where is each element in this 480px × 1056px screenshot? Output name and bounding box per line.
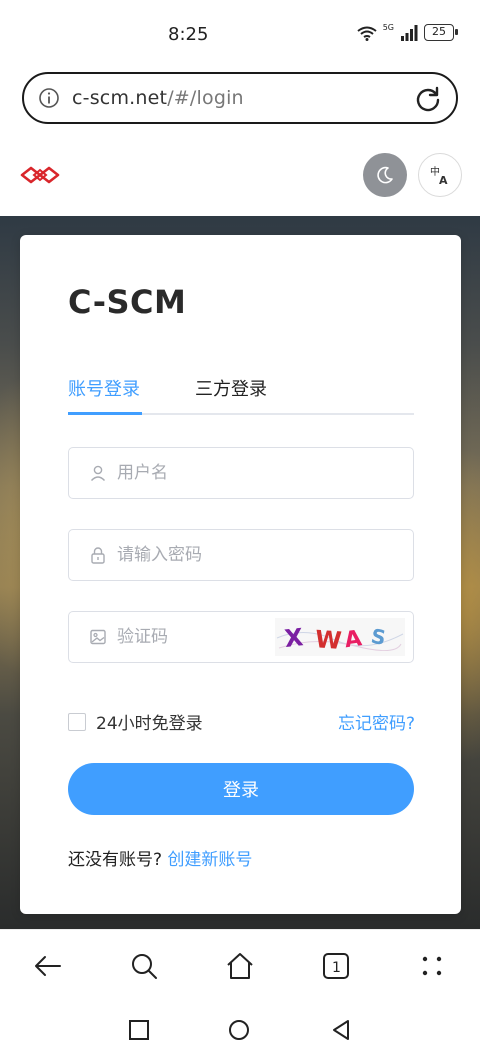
system-back-icon[interactable] xyxy=(330,1019,352,1041)
remember-login[interactable]: 24小时免登录 xyxy=(68,709,203,734)
network-type: 5G xyxy=(382,23,394,32)
picture-icon xyxy=(90,629,106,645)
url-text[interactable]: c-scm.net/#/login xyxy=(72,87,244,109)
svg-text:W: W xyxy=(314,625,342,655)
recent-apps-icon[interactable] xyxy=(128,1019,150,1041)
create-account-link[interactable]: 创建新账号 xyxy=(167,850,252,870)
svg-text:X: X xyxy=(283,623,305,653)
site-header: 中 A xyxy=(0,134,480,216)
translate-icon: 中 A xyxy=(430,165,448,186)
captcha-field[interactable]: X W A S xyxy=(68,611,414,663)
home-icon[interactable] xyxy=(224,950,256,982)
login-tabs: 账号登录 三方登录 xyxy=(68,371,414,415)
signal-icon xyxy=(401,24,418,41)
svg-text:A: A xyxy=(343,626,363,653)
wifi-icon xyxy=(357,26,377,41)
tabs-icon[interactable]: 1 xyxy=(320,950,352,982)
reload-icon[interactable] xyxy=(414,85,442,113)
theme-toggle-button[interactable] xyxy=(363,153,407,197)
signup-prompt: 还没有账号? 创建新账号 xyxy=(68,845,252,870)
username-input[interactable] xyxy=(117,458,317,488)
url-host: c-scm.net xyxy=(72,87,168,109)
svg-text:1: 1 xyxy=(332,960,341,976)
remember-checkbox[interactable] xyxy=(68,712,86,731)
browser-toolbar: 1 xyxy=(0,929,480,1005)
status-bar: 8:25 5G 25 xyxy=(0,0,480,64)
language-button[interactable]: 中 A xyxy=(418,153,462,197)
forgot-password-link[interactable]: 忘记密码? xyxy=(338,709,415,734)
battery-indicator: 25 xyxy=(424,24,458,41)
menu-dots-icon[interactable] xyxy=(416,950,448,982)
user-icon xyxy=(90,465,106,481)
svg-text:A: A xyxy=(439,174,448,186)
signup-prompt-text: 还没有账号? xyxy=(68,850,163,870)
address-bar[interactable]: c-scm.net/#/login xyxy=(22,72,458,124)
login-card: C-SCM 账号登录 三方登录 X W xyxy=(20,235,461,914)
password-field[interactable] xyxy=(68,529,414,581)
tab-account-login[interactable]: 账号登录 xyxy=(68,375,140,401)
active-tab-indicator xyxy=(68,412,142,415)
moon-icon xyxy=(377,166,393,184)
system-home-icon[interactable] xyxy=(228,1019,250,1041)
url-path: /#/login xyxy=(167,87,244,109)
tab-third-party-login[interactable]: 三方登录 xyxy=(195,375,267,401)
brand-logo-icon[interactable] xyxy=(20,165,60,185)
back-arrow-icon[interactable] xyxy=(32,950,64,982)
status-icons: 5G 25 xyxy=(357,23,458,41)
info-icon[interactable] xyxy=(38,87,60,109)
lock-icon xyxy=(91,547,105,564)
page-title: C-SCM xyxy=(68,283,187,321)
system-navigation-bar xyxy=(0,1005,480,1056)
captcha-image[interactable]: X W A S xyxy=(275,618,405,656)
status-time: 8:25 xyxy=(168,24,209,45)
search-icon[interactable] xyxy=(128,950,160,982)
battery-level: 25 xyxy=(432,25,446,38)
username-field[interactable] xyxy=(68,447,414,499)
password-input[interactable] xyxy=(117,540,317,570)
remember-label[interactable]: 24小时免登录 xyxy=(96,709,203,734)
login-button[interactable]: 登录 xyxy=(68,763,414,815)
